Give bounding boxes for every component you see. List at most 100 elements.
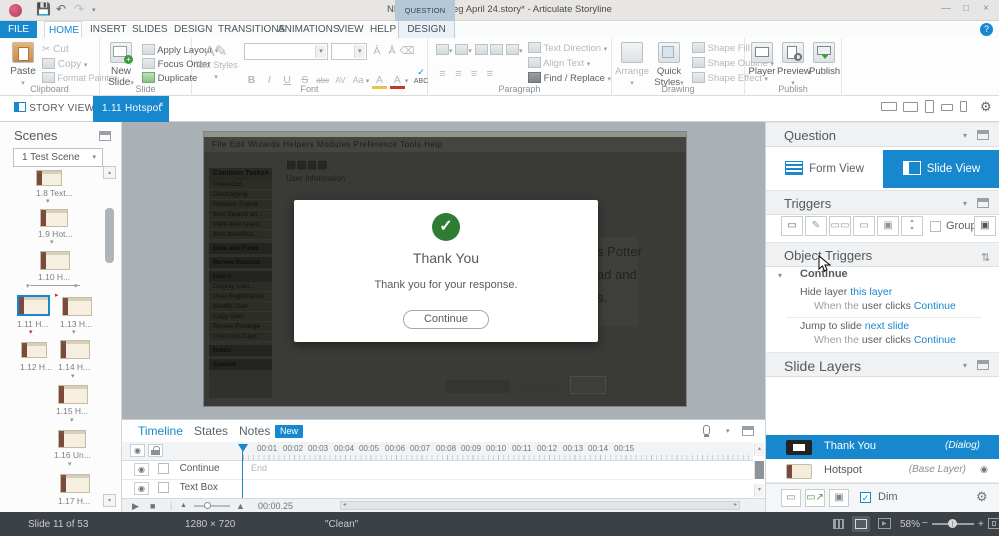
collapse-caret-icon[interactable]: ▾ <box>963 131 967 140</box>
slide-thumb-label[interactable]: 1.16 Un... <box>54 450 91 460</box>
slide-thumb-1-11-selected[interactable] <box>17 295 50 316</box>
slide-thumb-1-9[interactable] <box>40 209 68 227</box>
trigger-hide-layer-when[interactable]: When the user clicks Continue <box>814 300 956 312</box>
group-checkbox[interactable] <box>930 221 941 232</box>
new-layer-button[interactable]: ▭ <box>781 489 801 507</box>
dialog-message[interactable]: Thank you for your response. <box>294 279 598 291</box>
tab-slide-1-11-hotspot[interactable]: 1.11 Hotspot × <box>93 96 169 122</box>
duplicate-button[interactable]: Duplicate <box>142 72 197 84</box>
monitor-preview-icon[interactable] <box>903 102 918 112</box>
playhead-line[interactable] <box>242 451 243 499</box>
new-slide-button[interactable]: + NewSlide▾ <box>102 42 140 88</box>
indent-increase-icon[interactable] <box>490 44 503 55</box>
slide-thumb-1-10[interactable] <box>40 251 70 270</box>
tab-slides[interactable]: SLIDES <box>128 21 172 38</box>
slide-thumb-label[interactable]: 1.14 H... <box>58 362 90 372</box>
scene-selector-dropdown[interactable]: 1 Test Scene ▾ <box>13 148 103 167</box>
slide-thumb-label[interactable]: 1.10 H... <box>38 272 70 282</box>
zoom-in-icon[interactable]: + <box>978 519 984 530</box>
lock-column-icon[interactable] <box>148 444 163 457</box>
visibility-toggle-icon[interactable]: ◉ <box>134 463 149 476</box>
row-checkbox[interactable] <box>158 463 169 474</box>
slide-thumb-label[interactable]: 1.11 H... <box>17 319 49 329</box>
paste-button[interactable]: Paste▾ <box>4 42 42 88</box>
tab-notes[interactable]: Notes <box>239 420 270 442</box>
visibility-toggle-icon[interactable]: ◉ <box>134 482 149 495</box>
tab-insert[interactable]: INSERT <box>86 21 131 38</box>
collapse-caret-icon[interactable]: ▾ <box>963 199 967 208</box>
slide-thumb-1-12[interactable] <box>21 342 47 358</box>
tab-design[interactable]: DESIGN <box>170 21 216 38</box>
question-panel-icon[interactable] <box>977 130 989 140</box>
story-view-mode-icon[interactable] <box>833 519 844 529</box>
zoom-out-triangle-icon[interactable]: ▲ <box>180 502 187 509</box>
fit-to-window-icon[interactable] <box>988 518 999 529</box>
tab-home[interactable]: HOME <box>44 21 82 38</box>
thank-you-dialog[interactable]: ✓ Thank You Thank you for your response.… <box>294 200 598 342</box>
text-styles-button[interactable]: A✎ Text Styles▾ <box>194 42 238 82</box>
copy-trigger-button[interactable]: ▭▭ <box>829 216 851 236</box>
help-icon[interactable]: ? <box>980 23 993 36</box>
trigger-source-link[interactable]: Continue <box>914 334 956 346</box>
slide-thumb-1-8[interactable] <box>36 170 62 186</box>
cut-button[interactable]: ✂ Cut <box>42 44 69 55</box>
duplicate-layer-button[interactable]: ▭↗ <box>805 489 825 507</box>
scroll-up-button[interactable]: ▴ <box>103 166 116 179</box>
slide-thumb-label[interactable]: 1.15 H... <box>56 406 88 416</box>
delete-trigger-button[interactable]: ▣ <box>877 216 899 236</box>
paste-trigger-button[interactable]: ▭ <box>853 216 875 236</box>
timeline-panel-icon[interactable] <box>742 426 754 436</box>
slide-view-button[interactable]: Slide View <box>883 150 999 188</box>
layer-settings-gear-icon[interactable]: ⚙ <box>976 489 988 505</box>
phone-portrait-preview-icon[interactable] <box>960 101 967 112</box>
bullet-list-icon[interactable] <box>436 44 449 55</box>
minimize-button[interactable]: — <box>937 3 955 14</box>
edit-trigger-button[interactable]: ✎ <box>805 216 827 236</box>
success-check-circle-icon[interactable]: ✓ <box>432 213 460 241</box>
slide-thumb-label[interactable]: 1.8 Text... <box>36 188 73 198</box>
slide-view-mode-active[interactable] <box>852 516 870 532</box>
indent-decrease-icon[interactable] <box>475 44 488 55</box>
scenes-panel-icon[interactable] <box>99 131 111 141</box>
dim-checkbox[interactable]: ✓ <box>860 492 871 503</box>
trigger-target-link[interactable]: next slide <box>865 320 909 332</box>
stop-icon[interactable]: ■ <box>150 501 155 511</box>
timeline-row-textbox[interactable]: ◉ Text Box <box>122 480 243 499</box>
arrange-button[interactable]: Arrange▾ <box>614 42 650 88</box>
preview-mode-icon[interactable]: ▶ <box>878 518 891 529</box>
line-spacing-icon[interactable] <box>506 44 519 55</box>
tablet-portrait-preview-icon[interactable] <box>925 100 934 113</box>
slide-thumb-label[interactable]: 1.12 H... <box>20 362 52 372</box>
slide-thumb-1-14[interactable] <box>60 340 90 359</box>
shrink-font-icon[interactable]: Å <box>385 45 400 57</box>
trigger-target-link[interactable]: this layer <box>850 286 892 298</box>
scroll-right-icon[interactable]: ▸ <box>734 501 737 508</box>
zoom-in-triangle-icon[interactable]: ▲ <box>236 501 245 511</box>
trigger-source-link[interactable]: Continue <box>914 300 956 312</box>
player-button[interactable]: Player <box>747 42 777 77</box>
align-right-icon[interactable]: ≡ <box>468 68 481 80</box>
tab-states[interactable]: States <box>194 420 228 442</box>
align-center-icon[interactable]: ≡ <box>452 68 465 80</box>
tab-question-design[interactable]: DESIGN <box>398 21 455 38</box>
font-name-combo[interactable]: ▾ <box>244 43 328 60</box>
visibility-column-icon[interactable]: ◉ <box>130 444 145 457</box>
slide-layers-panel-icon[interactable] <box>977 360 989 370</box>
timeline-track-continue[interactable]: End <box>243 461 753 480</box>
justify-icon[interactable]: ≡ <box>483 68 496 80</box>
sort-triggers-icon[interactable]: ⇅ <box>981 251 990 264</box>
row-checkbox[interactable] <box>158 482 169 493</box>
triggers-panel-icon[interactable] <box>977 198 989 208</box>
timeline-track-textbox[interactable] <box>243 480 753 499</box>
numbered-list-icon[interactable] <box>455 44 468 55</box>
slide-thumb-label[interactable]: 1.13 H... <box>60 319 92 329</box>
slide-thumb-label[interactable]: 1.17 H... <box>58 496 90 506</box>
close-tab-icon[interactable]: × <box>159 92 164 118</box>
timeline-ruler[interactable]: 00:01 00:02 00:03 00:04 00:05 00:06 00:0… <box>243 442 753 461</box>
timeline-vscrollbar-thumb[interactable] <box>754 461 764 479</box>
timeline-scroll-down[interactable]: ▾ <box>754 484 764 497</box>
font-size-combo[interactable]: ▾ <box>331 43 367 60</box>
preview-button[interactable]: Preview▾ <box>777 42 809 88</box>
layer-visibility-eye-icon[interactable]: ◉ <box>980 464 988 475</box>
preview-settings-gear-icon[interactable]: ⚙ <box>980 99 992 115</box>
